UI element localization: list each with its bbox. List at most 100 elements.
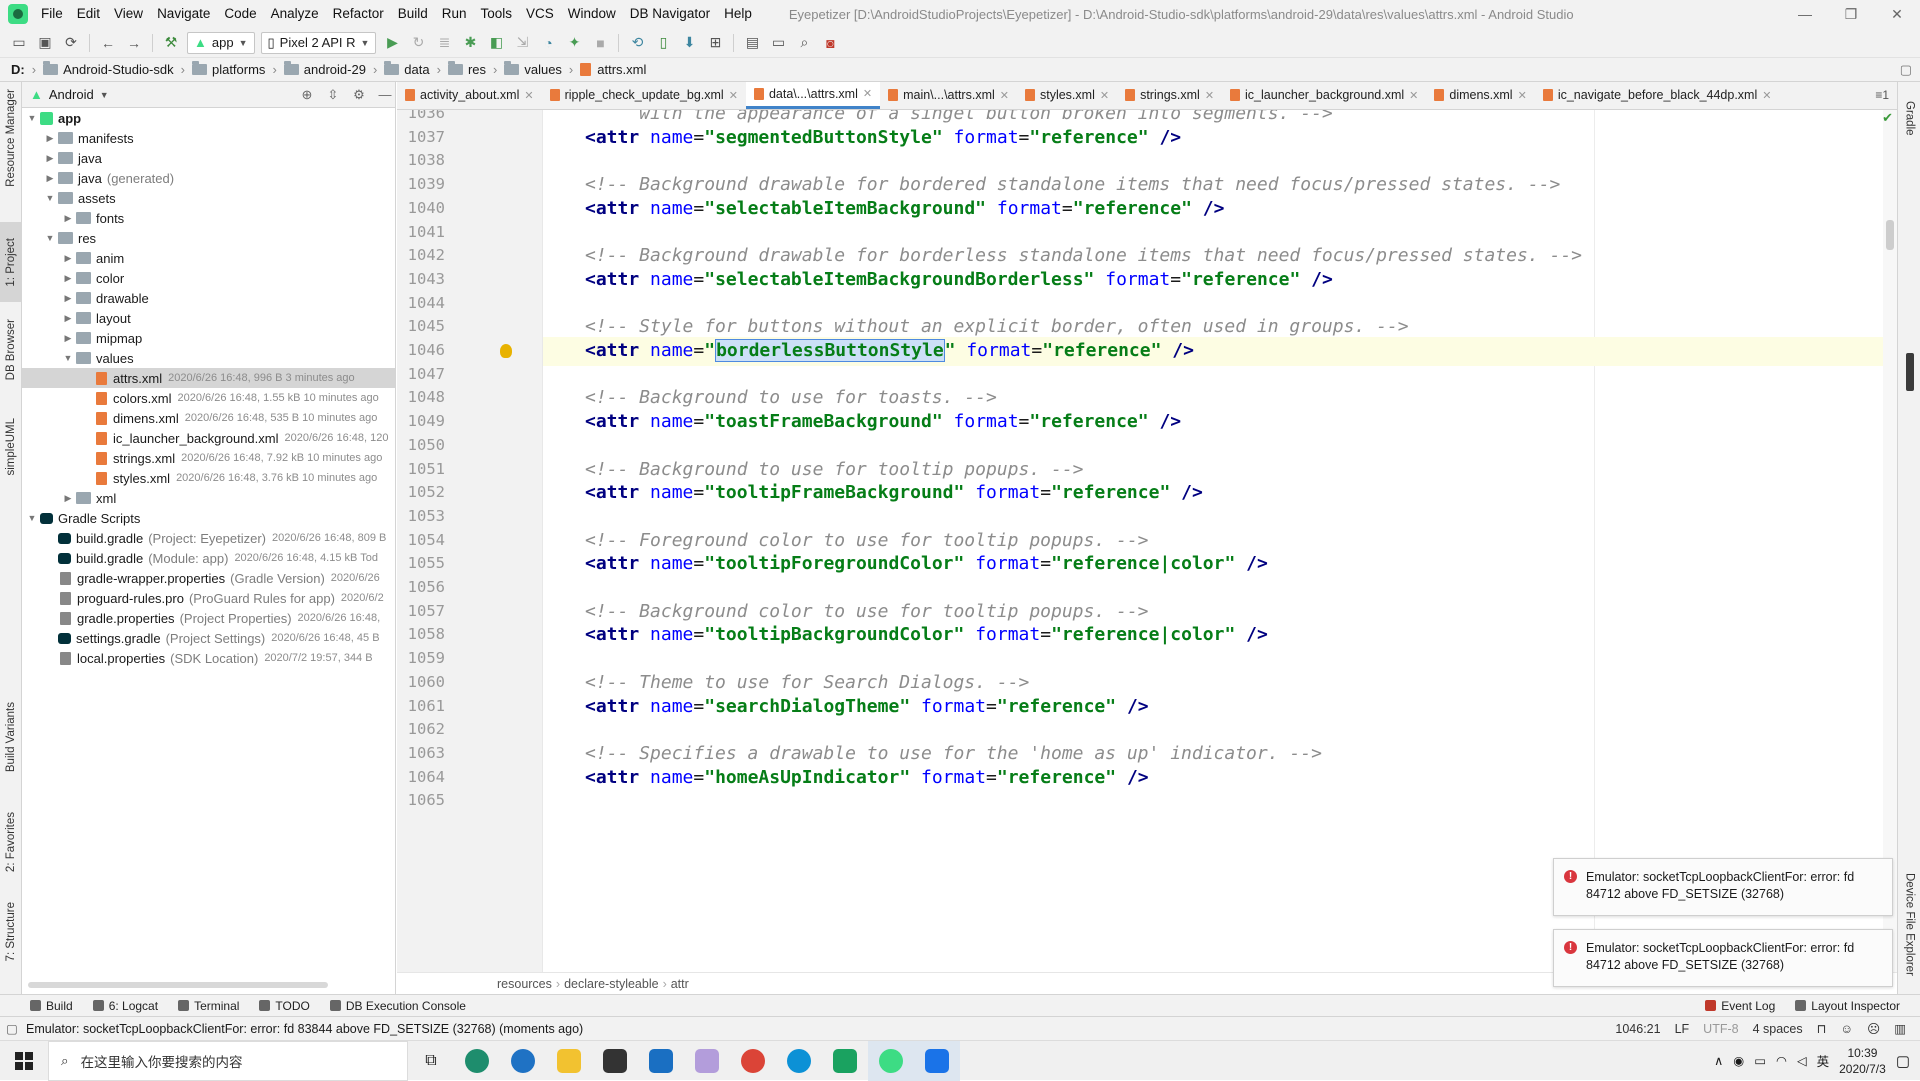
stop-icon[interactable]: ■ <box>589 32 611 54</box>
menu-item-run[interactable]: Run <box>435 0 474 28</box>
tree-file-item[interactable]: gradle-wrapper.properties (Gradle Version… <box>22 568 395 588</box>
memory-indicator-icon[interactable]: ▥ <box>1894 1021 1906 1036</box>
breadcrumb-folder[interactable]: android-29 <box>281 61 369 77</box>
tool-tab-device-file-explorer[interactable]: Device File Explorer <box>1898 862 1920 987</box>
breadcrumb-file[interactable]: attrs.xml <box>577 62 649 77</box>
tool-tab-layout-inspector[interactable]: Layout Inspector <box>1795 999 1900 1013</box>
menu-item-refactor[interactable]: Refactor <box>326 0 391 28</box>
emulator-side-tab[interactable] <box>1898 352 1920 392</box>
sad-feedback-icon[interactable]: ☹ <box>1867 1021 1880 1036</box>
tab-overflow-menu[interactable]: ≡1 <box>1867 82 1897 109</box>
tree-folder-item[interactable]: ▶ mipmap <box>22 328 395 348</box>
editor-tab[interactable]: dimens.xml ✕ <box>1426 82 1534 109</box>
tree-file-item[interactable]: ic_launcher_background.xml 2020/6/26 16:4… <box>22 428 395 448</box>
layout-inspector-icon[interactable]: ⊞ <box>704 32 726 54</box>
profile-icon[interactable]: ◔ <box>537 32 559 54</box>
close-tab-icon[interactable]: ✕ <box>1409 89 1418 102</box>
expand-down-arrow-icon[interactable]: ▼ <box>60 353 76 363</box>
tree-folder-item[interactable]: ▼ Gradle Scripts <box>22 508 395 528</box>
tray-qq-icon[interactable]: ◉ <box>1733 1053 1744 1068</box>
expand-down-arrow-icon[interactable]: ▼ <box>42 193 58 203</box>
editor-tab[interactable]: data\...\attrs.xml ✕ <box>745 82 881 109</box>
notification-balloon[interactable]: ! Emulator: socketTcpLoopbackClientFor: e… <box>1553 929 1893 987</box>
tree-folder-item[interactable]: ▶ anim <box>22 248 395 268</box>
editor-tab[interactable]: activity_about.xml ✕ <box>397 82 542 109</box>
tree-folder-item[interactable]: ▶ manifests <box>22 128 395 148</box>
tool-tab-structure[interactable]: 7: Structure <box>0 892 22 972</box>
tray-volume-icon[interactable]: ◁ <box>1797 1053 1807 1068</box>
tree-folder-item[interactable]: ▶ layout <box>22 308 395 328</box>
tree-folder-item[interactable]: ▼ values <box>22 348 395 368</box>
tree-folder-item[interactable]: ▶ drawable <box>22 288 395 308</box>
expand-down-arrow-icon[interactable]: ▼ <box>42 233 58 243</box>
tool-tab-build-variants[interactable]: Build Variants <box>0 692 22 782</box>
breadcrumb-drive[interactable]: D: <box>8 62 28 77</box>
tool-tab-db-execution-console[interactable]: DB Execution Console <box>329 999 466 1013</box>
scrollbar-thumb[interactable] <box>1886 220 1894 250</box>
taskbar-store-icon[interactable] <box>592 1041 638 1081</box>
expand-right-arrow-icon[interactable]: ▶ <box>60 313 76 324</box>
intention-lightbulb-icon[interactable] <box>500 344 512 358</box>
collapse-all-icon[interactable]: ⇳ <box>323 87 343 103</box>
editor-tab[interactable]: strings.xml ✕ <box>1117 82 1222 109</box>
menu-item-window[interactable]: Window <box>561 0 623 28</box>
forward-arrow-icon[interactable]: → <box>123 32 145 54</box>
menu-item-tools[interactable]: Tools <box>474 0 520 28</box>
tree-file-item[interactable]: attrs.xml 2020/6/26 16:48, 996 B 3 minute… <box>22 368 395 388</box>
caret-position[interactable]: 1046:21 <box>1615 1022 1660 1036</box>
menu-item-view[interactable]: View <box>107 0 150 28</box>
close-window-button[interactable]: ✕ <box>1874 0 1920 28</box>
close-tab-icon[interactable]: ✕ <box>1205 89 1214 102</box>
tree-folder-item[interactable]: ▼ app <box>22 108 395 128</box>
tree-file-item[interactable]: styles.xml 2020/6/26 16:48, 3.76 kB 10 mi… <box>22 468 395 488</box>
tray-expand-chevron-icon[interactable]: ∧ <box>1714 1053 1723 1068</box>
taskbar-notes-icon[interactable] <box>822 1041 868 1081</box>
breadcrumb-folder[interactable]: values <box>501 61 565 77</box>
action-center-icon[interactable]: ▢ <box>1896 1052 1910 1070</box>
tool-tab-logcat[interactable]: 6: Logcat <box>92 999 158 1013</box>
tree-file-item[interactable]: build.gradle (Module: app) 2020/6/26 16:48… <box>22 548 395 568</box>
expand-down-arrow-icon[interactable]: ▼ <box>24 113 40 123</box>
run-play-icon[interactable]: ▶ <box>381 32 403 54</box>
attach-process-icon[interactable]: ✦ <box>563 32 585 54</box>
tree-file-item[interactable]: colors.xml 2020/6/26 16:48, 1.55 kB 10 mi… <box>22 388 395 408</box>
menu-item-help[interactable]: Help <box>717 0 759 28</box>
editor-crumb[interactable]: attr <box>671 977 689 991</box>
tray-battery-icon[interactable]: ▭ <box>1754 1053 1766 1068</box>
menu-item-build[interactable]: Build <box>391 0 435 28</box>
menu-item-db-navigator[interactable]: DB Navigator <box>623 0 717 28</box>
menu-item-vcs[interactable]: VCS <box>519 0 561 28</box>
search-icon[interactable]: ⌕ <box>793 32 815 54</box>
tool-tab-todo[interactable]: TODO <box>259 999 310 1013</box>
tool-tab-project[interactable]: 1: Project <box>0 222 22 302</box>
tree-folder-item[interactable]: ▶ color <box>22 268 395 288</box>
code-editor[interactable]: 1036 1037 1038 1039 1040 1041 1042 1043 1044 1045… <box>397 110 1897 972</box>
tree-file-item[interactable]: local.properties (SDK Location) 2020/7/2 1… <box>22 648 395 668</box>
open-folder-icon[interactable]: ▭ <box>8 32 30 54</box>
expand-right-arrow-icon[interactable]: ▶ <box>60 333 76 344</box>
tray-ime-indicator[interactable]: 英 <box>1817 1051 1830 1070</box>
smiley-feedback-icon[interactable]: ☺ <box>1840 1022 1853 1036</box>
hide-panel-icon[interactable]: — <box>375 87 395 102</box>
minimize-button[interactable]: — <box>1782 0 1828 28</box>
code-empty-line[interactable] <box>543 787 1897 816</box>
back-arrow-icon[interactable]: ← <box>97 32 119 54</box>
tree-folder-item[interactable]: ▶ fonts <box>22 208 395 228</box>
taskbar-emulator-icon[interactable] <box>914 1040 960 1081</box>
navbar-settings-icon[interactable]: ▢ <box>1900 62 1912 78</box>
gradle-sync-icon[interactable]: ⟲ <box>626 32 648 54</box>
debug-bug-icon[interactable]: ✱ <box>459 32 481 54</box>
line-separator[interactable]: LF <box>1675 1022 1690 1036</box>
tool-tab-gradle[interactable]: Gradle <box>1898 88 1920 148</box>
maximize-button[interactable]: ❐ <box>1828 0 1874 28</box>
close-tab-icon[interactable]: ✕ <box>863 87 872 100</box>
file-encoding[interactable]: UTF-8 <box>1703 1022 1738 1036</box>
sync-icon[interactable]: ⟳ <box>60 32 82 54</box>
tree-folder-item[interactable]: ▼ res <box>22 228 395 248</box>
close-tab-icon[interactable]: ✕ <box>1762 89 1771 102</box>
tool-tab-build[interactable]: Build <box>30 999 73 1013</box>
apply-code-icon[interactable]: ≣ <box>433 32 455 54</box>
tree-folder-item[interactable]: ▶ xml <box>22 488 395 508</box>
start-button[interactable] <box>0 1041 48 1081</box>
tree-file-item[interactable]: strings.xml 2020/6/26 16:48, 7.92 kB 10 m… <box>22 448 395 468</box>
